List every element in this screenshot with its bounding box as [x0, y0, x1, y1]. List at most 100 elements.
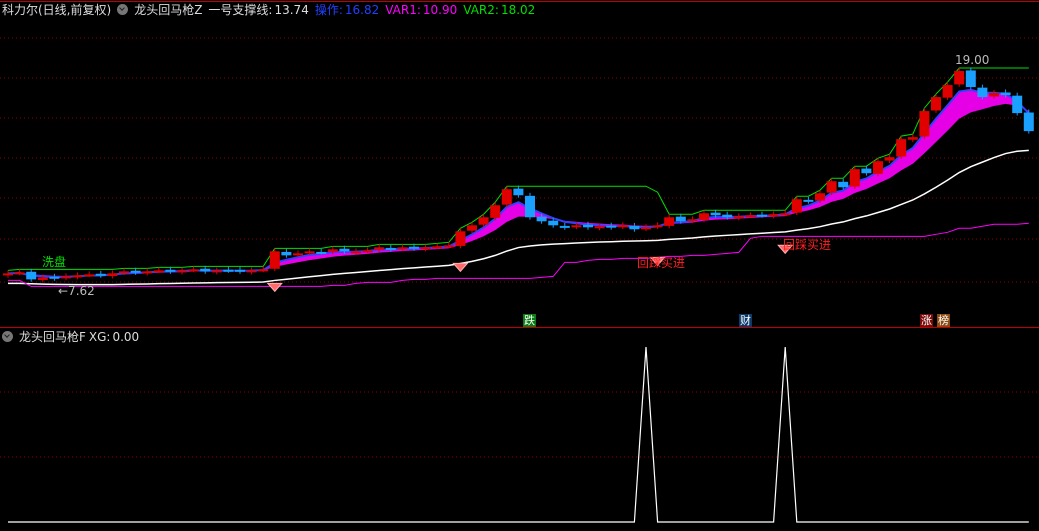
candle [884, 157, 895, 161]
candle [513, 188, 524, 196]
candle [815, 193, 825, 201]
candle [211, 270, 222, 273]
candle [316, 251, 327, 254]
candle [165, 269, 176, 272]
candle [1000, 92, 1011, 96]
candle [14, 272, 25, 275]
candle [907, 137, 918, 140]
candle [699, 213, 709, 220]
candle [989, 93, 999, 97]
candle [954, 71, 965, 85]
candle [177, 270, 187, 273]
buy-label-1: 回踩买进 [637, 256, 685, 270]
sub-indicator-name[interactable]: 龙头回马枪F [19, 330, 86, 344]
candle [1023, 112, 1034, 132]
sub-chart-header: 龙头回马枪F XG: 0.00 [2, 329, 145, 345]
var1-label: VAR1: [385, 3, 421, 17]
var1-value: 10.90 [422, 3, 458, 17]
indicator-name[interactable]: 龙头回马枪Z [134, 3, 202, 17]
price-chart[interactable]: 洗盘 ←7.62 19.00 回踩买进 回踩买进 [0, 0, 1039, 531]
candle [606, 225, 617, 228]
candle [896, 139, 907, 157]
candle [780, 213, 791, 216]
candle [861, 168, 872, 174]
candle [351, 251, 361, 254]
candle [722, 214, 733, 218]
diamond-icon [452, 262, 469, 273]
candle [687, 219, 698, 222]
var2-value: 18.02 [500, 3, 536, 17]
candle [745, 215, 756, 218]
candle [200, 268, 211, 272]
candle [72, 275, 83, 278]
candle [710, 212, 721, 216]
candle [931, 97, 941, 111]
candle [977, 87, 988, 98]
candle [258, 269, 269, 272]
candle [536, 216, 547, 222]
candle [455, 231, 466, 246]
candle [153, 270, 164, 273]
candle [583, 224, 593, 228]
candle [26, 271, 37, 280]
sub-indicator-menu-icon[interactable] [2, 331, 13, 342]
high-price-label: 19.00 [955, 53, 989, 67]
candle [293, 253, 303, 256]
candle [826, 181, 837, 193]
candle [37, 277, 48, 280]
candle [362, 250, 373, 253]
candle [188, 269, 199, 272]
candle [768, 214, 779, 217]
candle [61, 276, 71, 279]
candle [652, 225, 663, 228]
candle [304, 251, 315, 254]
candle [965, 70, 976, 88]
candle [490, 205, 501, 218]
candle [594, 226, 605, 229]
tag-bang[interactable]: 榜 [937, 314, 950, 327]
candle [374, 247, 385, 250]
candle [803, 199, 814, 202]
candle [501, 189, 512, 205]
candle [130, 270, 141, 273]
candle [942, 85, 953, 98]
candle [49, 276, 60, 279]
tag-cai[interactable]: 财 [739, 314, 752, 327]
stock-title: 科力尔(日线,前复权) [2, 3, 112, 17]
tag-zhang[interactable]: 涨 [920, 314, 933, 327]
xg-line [8, 346, 1029, 523]
candle [142, 271, 153, 274]
candle [838, 181, 849, 188]
diamond-icon [266, 282, 283, 293]
candle [246, 270, 257, 273]
candle [235, 269, 245, 272]
indicator-menu-icon[interactable] [117, 4, 129, 15]
wash-label: 洗盘 [42, 254, 66, 269]
candle [873, 161, 883, 174]
candle [559, 225, 570, 228]
candle [478, 217, 489, 225]
candle [733, 216, 744, 219]
candle [571, 225, 582, 228]
candle [3, 273, 13, 276]
candle [397, 247, 408, 250]
support-value: 13.74 [274, 3, 309, 17]
candle [849, 169, 860, 187]
candle [327, 249, 338, 252]
candle [617, 225, 628, 228]
candle [95, 273, 106, 276]
candle [675, 216, 686, 222]
tag-die[interactable]: 跌 [523, 314, 536, 327]
xg-value: 0.00 [112, 330, 140, 344]
candle [467, 225, 477, 231]
candle [757, 214, 767, 217]
candle [443, 245, 454, 248]
candle [420, 247, 431, 250]
xg-series [8, 346, 1029, 523]
candle [791, 199, 802, 213]
var2-label: VAR2: [463, 3, 499, 17]
candle [919, 111, 930, 137]
candle [281, 251, 292, 256]
candle [269, 251, 280, 269]
candle [409, 246, 419, 249]
